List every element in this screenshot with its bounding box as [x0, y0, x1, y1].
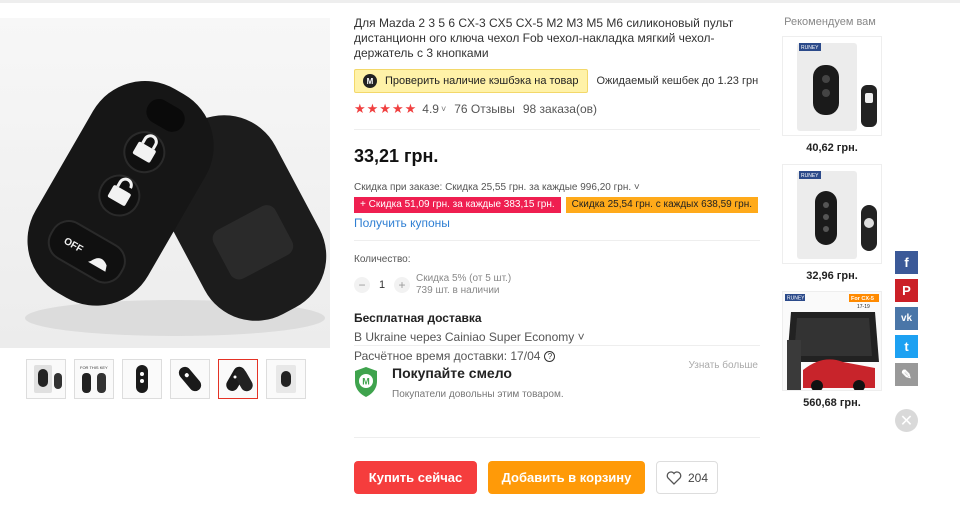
close-icon[interactable]: ✕ [895, 409, 918, 432]
mat-model-label: For CX-5 [851, 296, 874, 302]
chevron-down-icon[interactable]: ˅ [441, 104, 446, 114]
brand-label: RUNEY [801, 45, 819, 51]
divider [354, 240, 760, 241]
share-bar: f P vk t ✎ [895, 251, 918, 386]
rating-value[interactable]: 4.9 [422, 102, 439, 116]
shipping-title: Бесплатная доставка [354, 311, 482, 325]
cashback-logo-icon: M [363, 74, 377, 88]
divider [354, 129, 760, 130]
quantity-label: Количество: [354, 254, 411, 265]
facebook-icon[interactable]: f [895, 251, 918, 274]
mat-years-label: 17-19 [857, 304, 870, 310]
buyer-protection-title: Покупайте смело [392, 365, 512, 381]
coupon-badge-1[interactable]: + Скидка 51,09 грн. за каждые 383,15 грн… [354, 197, 561, 213]
heart-icon [666, 470, 682, 485]
brand-label: RUNEY [801, 173, 819, 179]
stock-count: 739 шт. в наличии [416, 285, 500, 296]
thumbnail-6[interactable] [266, 359, 306, 399]
top-divider [0, 0, 960, 3]
recommendation-price: 32,96 грн. [806, 270, 858, 282]
product-title: Для Mazda 2 3 5 6 CX-3 CX5 CX-5 M2 M3 M5… [354, 16, 734, 60]
thumbnail-5-selected[interactable] [218, 359, 258, 399]
learn-more-link[interactable]: Узнать больше [688, 360, 758, 371]
thumbnail-2[interactable]: FOR THIS KEY [74, 359, 114, 399]
vk-icon[interactable]: vk [895, 307, 918, 330]
orders-count: 98 заказа(ов) [522, 102, 598, 116]
thumbnail-3[interactable] [122, 359, 162, 399]
pinterest-icon[interactable]: P [895, 279, 918, 302]
buy-now-button[interactable]: Купить сейчас [354, 461, 477, 494]
check-cashback-button[interactable]: M Проверить наличие кэшбэка на товар [354, 69, 588, 93]
main-product-image[interactable]: OFF [0, 18, 330, 348]
recommendations: Рекомендуем вам RUNEY 40,62 грн. RUNEY 3… [782, 16, 882, 409]
recommendation-item[interactable]: RUNEY 32,96 грн. [782, 164, 882, 282]
add-to-cart-button[interactable]: Добавить в корзину [488, 461, 645, 494]
bulk-discount-note: Скидка 5% (от 5 шт.) [416, 273, 512, 284]
recommendations-title: Рекомендуем вам [784, 16, 876, 28]
buyer-protection-subtitle: Покупатели довольны этим товаром. [392, 389, 564, 400]
product-info: Для Mazda 2 3 5 6 CX-3 CX5 CX-5 M2 M3 M5… [354, 16, 760, 363]
wishlist-count: 204 [687, 470, 709, 485]
edit-icon[interactable]: ✎ [895, 363, 918, 386]
twitter-icon[interactable]: t [895, 335, 918, 358]
thumbnail-2-label: FOR THIS KEY [80, 365, 108, 370]
brand-label: RUNEY [787, 296, 805, 302]
recommendation-item[interactable]: RUNEY For CX-5 17-19 560,68 грн. [782, 291, 882, 409]
quantity-decrease-button[interactable]: − [354, 277, 370, 293]
star-rating-icon: ★★★★★ [354, 101, 418, 116]
shipping-method[interactable]: В Ukraine через Cainiao Super Economy ˅ [354, 330, 760, 344]
quantity-increase-button[interactable]: + [394, 277, 410, 293]
thumbnail-strip: FOR THIS KEY [26, 359, 306, 399]
reviews-link[interactable]: 76 Отзывы [454, 102, 515, 116]
recommendation-item[interactable]: RUNEY 40,62 грн. [782, 36, 882, 154]
check-cashback-label: Проверить наличие кэшбэка на товар [385, 75, 579, 87]
wishlist-button[interactable]: 204 [656, 461, 718, 494]
recommendation-price: 560,68 грн. [803, 397, 861, 409]
thumbnail-1[interactable] [26, 359, 66, 399]
recommendation-price: 40,62 грн. [806, 142, 858, 154]
quantity-input[interactable]: 1 [370, 279, 394, 291]
svg-text:M: M [362, 377, 370, 387]
buyer-protection: M Покупайте смело Покупатели довольны эт… [354, 345, 760, 438]
shield-icon: M [355, 367, 377, 397]
action-bar: Купить сейчас Добавить в корзину 204 [354, 461, 718, 494]
expected-cashback: Ожидаемый кешбек до 1.23 грн [596, 75, 759, 87]
thumbnail-4[interactable] [170, 359, 210, 399]
coupon-badge-2[interactable]: Скидка 25,54 грн. с каждых 638,59 грн. [565, 197, 759, 213]
price: 33,21 грн. [354, 146, 439, 166]
order-discount[interactable]: Скидка при заказе: Скидка 25,55 грн. за … [354, 182, 760, 193]
get-coupons-link[interactable]: Получить купоны [354, 216, 760, 230]
rating-row: ★★★★★ 4.9 ˅ 76 Отзывы 98 заказа(ов) [354, 101, 760, 117]
